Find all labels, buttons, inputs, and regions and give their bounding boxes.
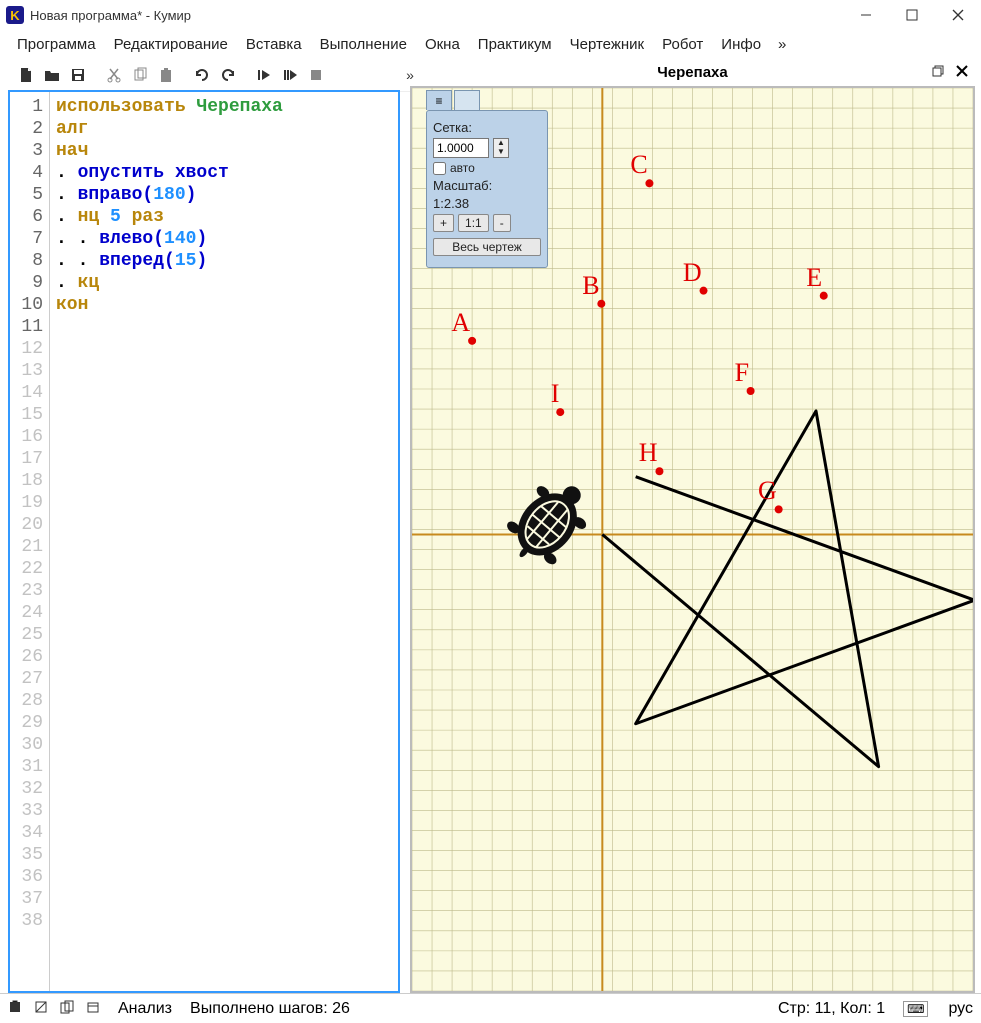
menu-run[interactable]: Выполнение [311, 33, 416, 56]
point-label-C: C [630, 150, 647, 180]
run-icon[interactable] [252, 63, 276, 87]
close-button[interactable] [935, 0, 981, 30]
menu-insert[interactable]: Вставка [237, 33, 311, 56]
canvas-panel: Черепаха ≡ Сетка: ▲▼ [410, 58, 975, 993]
toolbar: » [8, 58, 428, 92]
status-analysis: Анализ [118, 1000, 172, 1018]
point-label-I: I [551, 379, 560, 409]
gutter: 1234567891011121314151617181920212223242… [10, 92, 50, 991]
canvas-titlebar: Черепаха [410, 58, 975, 86]
status-cursor: Стр: 11, Кол: 1 [778, 1000, 885, 1018]
copy-icon[interactable] [128, 63, 152, 87]
point-label-D: D [683, 258, 702, 288]
minimize-button[interactable] [843, 0, 889, 30]
statusbar: Анализ Выполнено шагов: 26 Стр: 11, Кол:… [0, 993, 981, 1023]
editor-panel: » 12345678910111213141516171819202122232… [8, 58, 400, 993]
main-split: » 12345678910111213141516171819202122232… [0, 58, 981, 993]
status-icon-3[interactable] [60, 1000, 74, 1017]
menu-edit[interactable]: Редактирование [105, 33, 237, 56]
menu-program[interactable]: Программа [8, 33, 105, 56]
step-icon[interactable] [278, 63, 302, 87]
status-icon-1[interactable] [8, 1000, 22, 1017]
menubar: Программа Редактирование Вставка Выполне… [0, 30, 981, 58]
canvas-close-button[interactable] [953, 62, 971, 80]
paste-icon[interactable] [154, 63, 178, 87]
undo-icon[interactable] [190, 63, 214, 87]
canvas-dock-button[interactable] [929, 62, 947, 80]
grid-value-input[interactable] [433, 138, 489, 158]
titlebar: K Новая программа* - Кумир [0, 0, 981, 30]
point-label-E: E [806, 263, 822, 293]
canvas-title-text: Черепаха [657, 64, 727, 81]
control-tab-menu[interactable]: ≡ [426, 90, 452, 110]
redo-icon[interactable] [216, 63, 240, 87]
point-label-A: A [451, 308, 470, 338]
status-keyboard-icon[interactable]: ⌨ [903, 1001, 928, 1017]
canvas-area[interactable]: ≡ Сетка: ▲▼ авто Масштаб: 1:2.38 + 1:1 [410, 86, 975, 993]
grid-spinner[interactable]: ▲▼ [493, 138, 509, 158]
code-editor[interactable]: 1234567891011121314151617181920212223242… [8, 90, 400, 993]
fit-all-button[interactable]: Весь чертеж [433, 238, 541, 256]
maximize-button[interactable] [889, 0, 935, 30]
point-label-H: H [639, 438, 658, 468]
zoom-out-button[interactable]: - [493, 214, 511, 232]
zoom-in-button[interactable]: + [433, 214, 454, 232]
zoom-reset-button[interactable]: 1:1 [458, 214, 489, 232]
app-logo: K [6, 6, 24, 24]
window-title: Новая программа* - Кумир [30, 8, 191, 23]
status-steps: Выполнено шагов: 26 [190, 1000, 350, 1018]
menu-more[interactable]: » [770, 33, 794, 56]
auto-checkbox[interactable] [433, 162, 446, 175]
menu-info[interactable]: Инфо [712, 33, 770, 56]
save-file-icon[interactable] [66, 63, 90, 87]
point-label-G: G [758, 476, 777, 506]
control-tab-blank[interactable] [454, 90, 480, 110]
canvas-control-panel: Сетка: ▲▼ авто Масштаб: 1:2.38 + 1:1 - [426, 110, 548, 268]
new-file-icon[interactable] [14, 63, 38, 87]
canvas-control-tabs: ≡ [426, 90, 482, 112]
code-area[interactable]: использовать Черепахаалгнач. опустить хв… [50, 92, 398, 991]
stop-icon[interactable] [304, 63, 328, 87]
menu-windows[interactable]: Окна [416, 33, 469, 56]
point-label-B: B [582, 271, 599, 301]
scale-label: Масштаб: [433, 178, 492, 193]
status-lang: рус [948, 1000, 973, 1018]
scale-value: 1:2.38 [433, 196, 469, 211]
open-file-icon[interactable] [40, 63, 64, 87]
status-icons [8, 1000, 100, 1017]
status-icon-2[interactable] [34, 1000, 48, 1017]
point-label-F: F [735, 358, 749, 388]
auto-label: авто [450, 161, 475, 175]
grid-label: Сетка: [433, 120, 472, 135]
menu-draftsman[interactable]: Чертежник [561, 33, 654, 56]
menu-practicum[interactable]: Практикум [469, 33, 561, 56]
cut-icon[interactable] [102, 63, 126, 87]
status-icon-4[interactable] [86, 1000, 100, 1017]
menu-robot[interactable]: Робот [653, 33, 712, 56]
